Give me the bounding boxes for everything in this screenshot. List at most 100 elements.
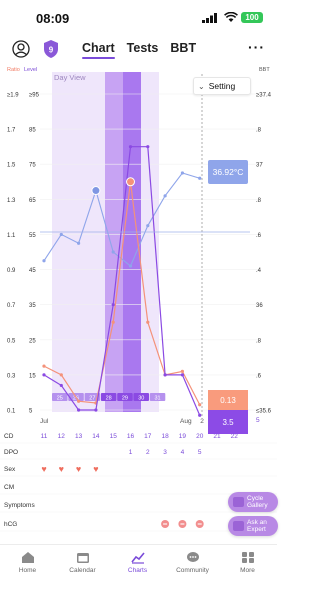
date-strip-label: 27	[89, 396, 95, 402]
setting-label: Setting	[208, 81, 236, 91]
nav-home[interactable]: Home	[0, 551, 55, 574]
level-value-callout: 3.5	[208, 410, 248, 434]
bbt-tick-label: .6	[256, 233, 262, 239]
cycle-gallery-label: Cycle Gallery	[247, 495, 268, 509]
level-tick-label: 15	[29, 373, 36, 379]
nav-community-label: Community	[176, 567, 209, 574]
ratio-tick-label: 1.3	[7, 198, 16, 204]
bbt-series-point	[146, 224, 150, 228]
level-axis-title: Level	[24, 67, 37, 73]
level-tick-label: 75	[29, 163, 36, 169]
bbt-tick-label: .8	[256, 128, 262, 134]
ratio-tick-label: 0.7	[7, 303, 16, 309]
sex-heart-icon: ♥	[93, 464, 98, 474]
level-series-point	[111, 303, 115, 307]
date-strip-label: 29	[122, 396, 128, 402]
cd-value: 18	[161, 433, 169, 440]
marker-value-label: 2	[200, 418, 204, 425]
dpo-value: 5	[198, 449, 202, 456]
ratio-series-point	[77, 399, 81, 403]
cd-value: 15	[110, 433, 118, 440]
date-strip-label: 30	[138, 396, 144, 402]
date-strip-label: 28	[106, 396, 112, 402]
cd-value: 19	[179, 433, 187, 440]
bbt-value-callout: 36.92°C	[208, 160, 248, 184]
bbt-series-point	[128, 264, 133, 268]
gallery-icon	[233, 497, 244, 507]
nav-community[interactable]: Community	[165, 551, 220, 574]
ask-expert-button[interactable]: Ask an Expert	[228, 516, 278, 536]
ratio-series-point	[180, 369, 184, 373]
bbt-series-point	[59, 232, 63, 237]
bbt-series-point	[180, 171, 184, 175]
level-tick-label: 25	[29, 338, 36, 344]
home-icon	[21, 552, 34, 563]
signal-icon	[202, 13, 217, 23]
nav-charts-label: Charts	[127, 567, 148, 574]
cycle-chart[interactable]: Day View Ratio Level BBT 25 26 27 28 29 30 31 …	[0, 64, 278, 544]
bottom-nav: Home Calendar Charts Community More	[0, 544, 277, 600]
nav-more-label: More	[240, 567, 255, 574]
header-tabs: Chart Tests BBT	[82, 41, 196, 59]
ask-expert-label: Ask an Expert	[247, 519, 267, 533]
more-options-icon[interactable]: ···	[248, 39, 265, 55]
dpo-value: 4	[181, 449, 185, 456]
cd-value: 16	[127, 433, 135, 440]
chart-canvas: Day View Ratio Level BBT 25 26 27 28 29 30 31 …	[0, 67, 277, 532]
tab-chart[interactable]: Chart	[82, 41, 115, 59]
cycle-gallery-button[interactable]: Cycle Gallery	[228, 492, 278, 512]
ratio-series-point	[198, 403, 202, 407]
level-series-point	[42, 373, 46, 377]
bbt-series-point	[111, 250, 115, 254]
tab-bbt[interactable]: BBT	[170, 41, 196, 55]
premium-shield-icon[interactable]: 9	[42, 39, 60, 59]
ratio-tick-label: 0.1	[7, 409, 16, 415]
dpo-value: 1	[129, 449, 133, 456]
ratio-series-point	[146, 320, 150, 324]
bbt-series-point	[42, 259, 46, 263]
sex-heart-icon: ♥	[41, 464, 46, 474]
profile-icon[interactable]	[12, 40, 30, 58]
cd-value: 14	[92, 433, 100, 440]
chart-setting-button[interactable]: ⌄ Setting	[193, 77, 251, 95]
level-series-point	[128, 145, 133, 149]
row-label: Symptoms	[4, 502, 35, 509]
level-tick-label: 5	[29, 409, 33, 415]
level-series-point	[163, 373, 167, 377]
app-header: 9 Chart Tests BBT ···	[0, 34, 277, 64]
day-view-watermark: Day View	[54, 73, 86, 82]
bbt-tick-label: .8	[256, 338, 262, 344]
row-label: CM	[4, 484, 14, 491]
nav-more[interactable]: More	[220, 551, 275, 574]
bbt-tick-label: .6	[256, 373, 262, 379]
row-label: Sex	[4, 466, 16, 473]
bbt-tick-label: 37	[256, 163, 263, 169]
level-tick-label: 35	[29, 303, 36, 309]
chevron-down-icon: ⌄	[198, 81, 205, 91]
status-time: 08:09	[36, 11, 70, 26]
cd-bottom-value: 5	[256, 417, 260, 424]
bbt-series-point	[77, 241, 81, 245]
ratio-series-point	[42, 364, 46, 368]
row-label: CD	[4, 433, 14, 440]
level-tick-label: 85	[29, 128, 36, 134]
cd-value: 22	[231, 433, 239, 440]
ratio-tick-label: 1.1	[7, 233, 16, 239]
sex-heart-icon: ♥	[76, 464, 81, 474]
ratio-axis-title: Ratio	[7, 67, 20, 73]
battery-icon: 100	[241, 12, 263, 23]
level-tick-label: 55	[29, 233, 36, 239]
level-series-point	[59, 383, 63, 388]
nav-charts[interactable]: Charts	[110, 551, 165, 574]
ratio-tick-label: 1.7	[7, 128, 16, 134]
cd-value: 17	[144, 433, 152, 440]
level-tick-label: 65	[29, 198, 36, 204]
ratio-value-callout: 0.13	[208, 390, 248, 410]
dpo-value: 2	[146, 449, 150, 456]
nav-calendar[interactable]: Calendar	[55, 551, 110, 574]
level-series-point	[146, 145, 150, 149]
tab-tests[interactable]: Tests	[127, 41, 159, 55]
status-bar: 08:09 100	[0, 0, 277, 34]
ratio-tick-label: 0.3	[7, 373, 16, 379]
bbt-tick-label: ≤35.6	[256, 409, 272, 415]
